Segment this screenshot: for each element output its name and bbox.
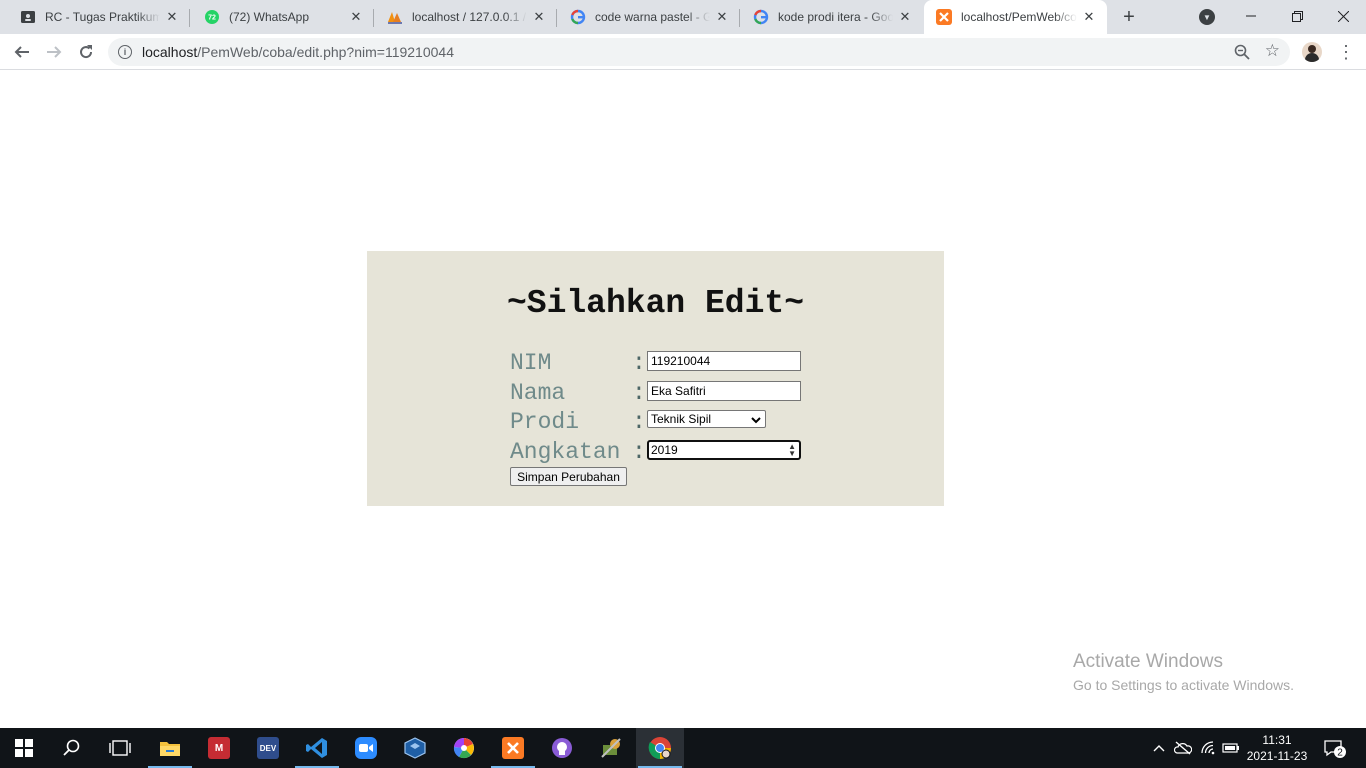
tab-phpmyadmin[interactable]: localhost / 127.0.0.1 / pemweb ✕ <box>375 0 557 34</box>
bookmark-star-icon[interactable]: ☆ <box>1265 41 1280 61</box>
nama-label: Nama <box>510 380 566 406</box>
clock-date: 2021-11-23 <box>1246 749 1308 763</box>
url-text[interactable]: localhost/PemWeb/coba/edit.php?nim=11921… <box>142 44 454 60</box>
tab-separator <box>739 9 740 27</box>
xampp-icon <box>936 9 952 25</box>
search-icon[interactable] <box>48 728 96 768</box>
close-window-button[interactable] <box>1320 0 1366 32</box>
github-desktop-icon[interactable] <box>538 728 586 768</box>
edit-form-card: ~Silahkan Edit~ NIM : 119210044 Nama : E… <box>367 251 944 506</box>
chrome-icon[interactable] <box>636 728 684 768</box>
save-changes-button[interactable]: Simpan Perubahan <box>510 467 627 486</box>
close-tab-icon[interactable]: ✕ <box>1081 9 1097 25</box>
prodi-label: Prodi <box>510 409 580 435</box>
wifi-icon[interactable] <box>1198 728 1220 768</box>
chevron-down-icon <box>751 412 761 428</box>
virtualbox-icon[interactable] <box>391 728 439 768</box>
action-center-icon[interactable]: 2 <box>1320 728 1350 768</box>
battery-icon[interactable] <box>1220 728 1242 768</box>
browser-menu-icon[interactable]: ⋮ <box>1337 41 1355 63</box>
show-hidden-icons-chevron-up-icon[interactable] <box>1150 728 1168 768</box>
activate-windows-watermark: Activate Windows Go to Settings to activ… <box>1073 651 1294 693</box>
tab-google-search-1[interactable]: code warna pastel - Google Search ✕ <box>558 0 740 34</box>
file-explorer-icon[interactable] <box>146 728 194 768</box>
angkatan-number-input[interactable]: 2019 ▲ ▼ <box>647 440 801 460</box>
url-path: /PemWeb/coba/edit.php?nim=119210044 <box>197 44 454 60</box>
avatar-body <box>1305 53 1319 62</box>
tab-strip: RC - Tugas Praktikum PemWeb ✕ 72 (72) Wh… <box>0 0 1366 34</box>
tab-title: kode prodi itera - Google Search <box>778 10 893 24</box>
url-host: localhost <box>142 44 198 60</box>
angkatan-value: 2019 <box>651 443 678 457</box>
watermark-title: Activate Windows <box>1073 651 1223 672</box>
dev-cpp-icon[interactable]: DEV <box>244 728 292 768</box>
restore-button[interactable] <box>1274 0 1320 32</box>
forward-arrow-icon[interactable] <box>40 38 68 66</box>
tab-search-icon[interactable]: ▼ <box>1199 9 1215 25</box>
browser-toolbar: i localhost/PemWeb/coba/edit.php?nim=119… <box>0 34 1366 70</box>
tab-title: localhost/PemWeb/coba/edit.php <box>961 10 1077 24</box>
tab-whatsapp[interactable]: 72 (72) WhatsApp ✕ <box>192 0 374 34</box>
zoom-icon[interactable] <box>1234 44 1250 60</box>
zoom-app-icon[interactable] <box>342 728 390 768</box>
picasa-icon[interactable] <box>440 728 488 768</box>
address-bar[interactable]: i localhost/PemWeb/coba/edit.php?nim=119… <box>108 38 1290 66</box>
start-button[interactable] <box>0 728 48 768</box>
close-tab-icon[interactable]: ✕ <box>897 9 913 25</box>
nim-input[interactable]: 119210044 <box>647 351 801 371</box>
angkatan-label: Angkatan <box>510 439 621 465</box>
tab-classroom[interactable]: RC - Tugas Praktikum PemWeb ✕ <box>8 0 190 34</box>
google-icon <box>570 9 586 25</box>
tab-separator <box>556 9 557 27</box>
page-viewport: ~Silahkan Edit~ NIM : 119210044 Nama : E… <box>0 71 1366 728</box>
task-view-icon[interactable] <box>96 728 144 768</box>
taskbar-clock[interactable]: 11:31 2021-11-23 <box>1240 732 1314 764</box>
close-tab-icon[interactable]: ✕ <box>164 9 180 25</box>
prodi-select[interactable]: Teknik Sipil <box>647 410 766 428</box>
spinner-arrows-icon[interactable]: ▲ ▼ <box>788 443 796 458</box>
back-arrow-icon[interactable] <box>8 38 36 66</box>
whatsapp-icon: 72 <box>204 9 220 25</box>
new-tab-button[interactable]: + <box>1118 6 1140 28</box>
windows-logo-icon <box>15 739 33 757</box>
page-title: ~Silahkan Edit~ <box>506 285 805 322</box>
tab-separator <box>373 9 374 27</box>
close-tab-icon[interactable]: ✕ <box>714 9 730 25</box>
close-tab-icon[interactable]: ✕ <box>531 9 547 25</box>
tab-edit-page[interactable]: localhost/PemWeb/coba/edit.php ✕ <box>924 0 1107 34</box>
profile-avatar[interactable] <box>1302 42 1322 62</box>
colon-separator: : <box>632 409 646 435</box>
notification-count: 2 <box>1337 748 1343 759</box>
minimize-button[interactable] <box>1228 0 1274 32</box>
avatar-head <box>1308 45 1316 53</box>
prodi-selected-value: Teknik Sipil <box>651 412 712 426</box>
phpmyadmin-icon <box>387 9 403 25</box>
xampp-taskbar-icon[interactable] <box>489 728 537 768</box>
tab-google-search-2[interactable]: kode prodi itera - Google Search ✕ <box>741 0 923 34</box>
classroom-icon <box>20 9 36 25</box>
colon-separator: : <box>632 439 646 465</box>
tab-title: code warna pastel - Google Search <box>595 10 710 24</box>
colon-separator: : <box>632 350 646 376</box>
windows-taskbar: M DEV 11:31 2021-11-23 2 <box>0 728 1366 768</box>
google-icon <box>753 9 769 25</box>
site-info-icon[interactable]: i <box>118 45 132 59</box>
tab-title: localhost / 127.0.0.1 / pemweb <box>412 10 527 24</box>
nim-label: NIM <box>510 350 552 376</box>
watermark-subtitle: Go to Settings to activate Windows. <box>1073 677 1294 693</box>
vscode-icon[interactable] <box>293 728 341 768</box>
reload-icon[interactable] <box>72 38 100 66</box>
whatsapp-badge-count: 72 <box>208 15 216 22</box>
colon-separator: : <box>632 380 646 406</box>
onedrive-offline-icon[interactable] <box>1172 728 1194 768</box>
tab-title: RC - Tugas Praktikum PemWeb <box>45 10 160 24</box>
close-tab-icon[interactable]: ✕ <box>348 9 364 25</box>
clock-time: 11:31 <box>1262 733 1292 747</box>
tab-title: (72) WhatsApp <box>229 10 310 24</box>
tab-separator <box>189 9 190 27</box>
mendeley-icon[interactable]: M <box>195 728 243 768</box>
network-tool-icon[interactable] <box>587 728 635 768</box>
nama-input[interactable]: Eka Safitri <box>647 381 801 401</box>
